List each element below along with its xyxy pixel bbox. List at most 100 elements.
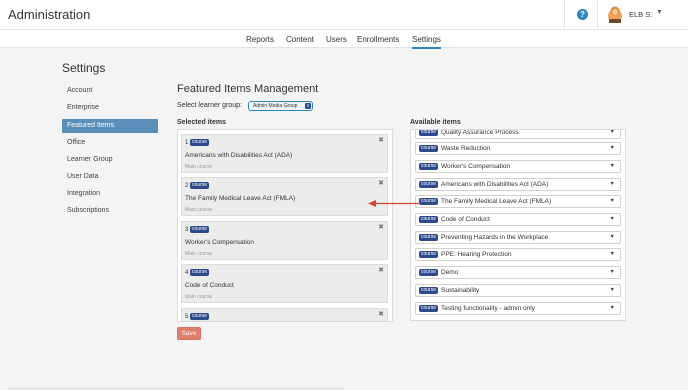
caret-down-icon[interactable]: ▼ [610, 269, 615, 275]
tab-settings[interactable]: Settings [412, 35, 441, 49]
course-badge: course [419, 287, 439, 294]
help-icon[interactable]: ? [577, 9, 588, 20]
course-badge: course [190, 226, 210, 233]
course-badge: course [419, 181, 439, 188]
course-badge: course [419, 163, 439, 170]
item-name: Demo [441, 269, 459, 276]
annotation-arrow-icon [368, 200, 420, 207]
item-subtitle: Main course [185, 294, 213, 300]
item-number: 2 [185, 183, 189, 189]
sidebar-item-learner-group[interactable]: Learner Group [62, 153, 158, 167]
item-name: Code of Conduct [185, 282, 234, 289]
main-nav: Reports Content Users Enrollments Settin… [0, 30, 688, 49]
item-number: 5 [185, 314, 189, 320]
caret-down-icon[interactable]: ▼ [610, 305, 615, 311]
avatar[interactable] [607, 5, 623, 23]
close-icon[interactable]: ✖ [378, 310, 384, 318]
sidebar-item-enterprise[interactable]: Enterprise [62, 101, 158, 115]
tab-content[interactable]: Content [286, 35, 314, 44]
help-button[interactable]: ? [564, 0, 597, 30]
selected-item[interactable]: 4 course Code of Conduct Main course ✖ [181, 264, 388, 303]
available-item[interactable]: course Preventing Hazards in the Workpla… [415, 231, 621, 244]
item-name: The Family Medical Leave Act (FMLA) [185, 195, 296, 202]
course-badge: course [190, 269, 210, 276]
item-name: Preventing Hazards in the Workplace [441, 234, 549, 241]
sidebar-item-user-data[interactable]: User Data [62, 170, 158, 184]
sidebar-item-integration[interactable]: Integration [62, 187, 158, 201]
available-item[interactable]: course Waste Reduction ▼ [415, 142, 621, 155]
available-item[interactable]: course Worker's Compensation ▼ [415, 160, 621, 173]
available-item[interactable]: course Sustainability ▼ [415, 284, 621, 297]
course-badge: course [419, 216, 439, 223]
caret-down-icon[interactable]: ▼ [610, 198, 615, 204]
top-bar: Administration ? ELB S. ▼ [0, 0, 688, 30]
item-number: 1 [185, 140, 189, 146]
course-badge: course [419, 198, 439, 205]
item-number: 4 [185, 270, 189, 276]
close-icon[interactable]: ✖ [378, 223, 384, 231]
sidebar-item-office[interactable]: Office [62, 136, 158, 150]
item-name: Sustainability [441, 287, 480, 294]
selected-items-list[interactable]: 1 course Americans with Disabilities Act… [177, 129, 393, 322]
selected-item[interactable]: 5 course ✖ [181, 308, 388, 321]
item-subtitle: Main course [185, 207, 213, 213]
learner-group-value[interactable]: Admin Media Group [253, 103, 297, 109]
course-badge: course [190, 182, 210, 189]
item-name: Waste Reduction [441, 145, 491, 152]
sidebar-item-subscriptions[interactable]: Subscriptions [62, 204, 158, 218]
caret-down-icon[interactable]: ▼ [610, 216, 615, 222]
available-item[interactable]: course PPE: Hearing Protection ▼ [415, 248, 621, 261]
course-badge: course [190, 139, 210, 146]
available-item[interactable]: course Testing functionality - admin onl… [415, 302, 621, 315]
caret-down-icon[interactable]: ▼ [610, 145, 615, 151]
item-name: Testing functionality - admin only [441, 305, 535, 312]
selected-item[interactable]: 3 course Worker's Compensation Main cour… [181, 221, 388, 260]
item-subtitle: Main course [185, 164, 213, 170]
learner-group-select[interactable]: Admin Media Group ⇕ [248, 101, 313, 111]
caret-down-icon[interactable]: ▼ [610, 251, 615, 257]
available-items-list[interactable]: course Quality Assurance Process ▼ cours… [410, 129, 626, 321]
chevron-down-icon[interactable]: ▼ [656, 9, 663, 16]
item-name: Quality Assurance Process [441, 129, 519, 136]
course-badge: course [419, 129, 439, 136]
user-name[interactable]: ELB S. [629, 10, 652, 19]
available-item[interactable]: course Code of Conduct ▼ [415, 213, 621, 226]
available-items-label: Available items [410, 119, 461, 126]
caret-down-icon[interactable]: ▼ [610, 234, 615, 240]
close-icon[interactable]: ✖ [378, 136, 384, 144]
caret-down-icon[interactable]: ▼ [610, 130, 615, 135]
course-badge: course [419, 251, 439, 258]
tab-reports[interactable]: Reports [246, 35, 274, 44]
item-name: Worker's Compensation [441, 163, 511, 170]
caret-down-icon[interactable]: ▼ [610, 163, 615, 169]
save-button[interactable]: Save [177, 327, 201, 340]
tab-users[interactable]: Users [326, 35, 347, 44]
item-name: Americans with Disabilities Act (ADA) [185, 152, 293, 159]
close-icon[interactable]: ✖ [378, 266, 384, 274]
caret-down-icon[interactable]: ▼ [610, 287, 615, 293]
available-item[interactable]: course Americans with Disabilities Act (… [415, 178, 621, 191]
divider [8, 388, 344, 389]
close-icon[interactable]: ✖ [378, 179, 384, 187]
available-item[interactable]: course The Family Medical Leave Act (FML… [415, 195, 621, 208]
page-title: Settings [62, 61, 106, 75]
selected-item[interactable]: 2 course The Family Medical Leave Act (F… [181, 177, 388, 216]
caret-down-icon[interactable]: ▼ [610, 181, 615, 187]
item-name: Worker's Compensation [185, 239, 255, 246]
item-name: Code of Conduct [441, 216, 490, 223]
sidebar-item-featured-items[interactable]: Featured Items [62, 119, 158, 133]
course-badge: course [419, 234, 439, 241]
item-name: PPE: Hearing Protection [441, 251, 512, 258]
available-item[interactable]: course Quality Assurance Process ▼ [415, 129, 621, 139]
section-title: Featured Items Management [177, 83, 319, 95]
course-badge: course [190, 313, 210, 320]
select-caret-icon[interactable]: ⇕ [305, 103, 311, 109]
app-title: Administration [8, 7, 91, 22]
course-badge: course [419, 269, 439, 276]
sidebar-item-account[interactable]: Account [62, 84, 158, 98]
selected-item[interactable]: 1 course Americans with Disabilities Act… [181, 134, 388, 173]
user-menu[interactable]: ELB S. ▼ [597, 0, 688, 30]
available-item[interactable]: course Demo ▼ [415, 266, 621, 279]
item-number: 3 [185, 227, 189, 233]
tab-enrollments[interactable]: Enrollments [357, 35, 399, 44]
